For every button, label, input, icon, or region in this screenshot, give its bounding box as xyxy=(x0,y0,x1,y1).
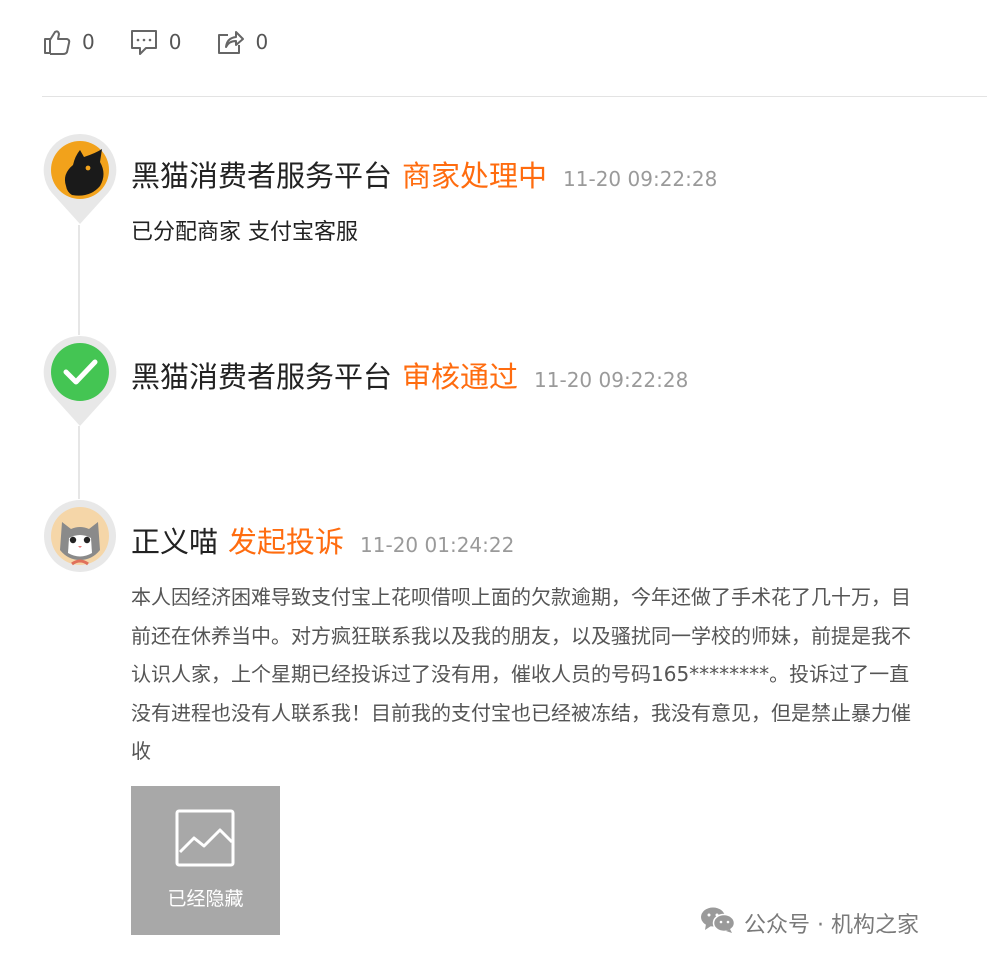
share-button[interactable]: 0 xyxy=(215,27,268,57)
entry-header: 黑猫消费者服务平台 商家处理中 11-20 09:22:28 xyxy=(131,153,717,195)
timeline-line xyxy=(78,225,80,335)
entry-detail: 已分配商家 支付宝客服 xyxy=(131,220,358,245)
status-label: 审核通过 xyxy=(402,360,519,394)
comment-count: 0 xyxy=(168,30,182,54)
complaint-line: 没有进程也没有人联系我！目前我的支付宝也已经被冻结，我没有意见，但是禁止暴力催 xyxy=(131,700,911,725)
entry-header: 正义喵 发起投诉 11-20 01:24:22 xyxy=(131,519,514,561)
divider xyxy=(42,96,987,97)
watermark: 公众号 · 机构之家 xyxy=(700,906,919,940)
complaint-line: 收 xyxy=(131,739,151,763)
complaint-line: 前还在休养当中。对方疯狂联系我以及我的朋友，以及骚扰同一学校的师妹，前提是我不 xyxy=(131,623,911,648)
hidden-image-thumbnail[interactable]: 已经隐藏 xyxy=(131,786,280,935)
comment-button[interactable]: 0 xyxy=(129,27,182,57)
timestamp: 11-20 01:24:22 xyxy=(360,533,515,557)
like-count: 0 xyxy=(82,30,95,54)
hidden-image-label: 已经隐藏 xyxy=(167,888,244,910)
comment-icon xyxy=(129,27,159,57)
check-avatar xyxy=(42,334,118,430)
share-count: 0 xyxy=(255,30,269,54)
author-name: 黑猫消费者服务平台 xyxy=(131,159,393,193)
share-icon xyxy=(215,27,245,57)
black-cat-avatar xyxy=(42,132,118,228)
complaint-page: 0 0 0 黑猫消费者服务平台 商家处理中 11-20 09:22:28 已分配… xyxy=(0,0,987,964)
author-name: 黑猫消费者服务平台 xyxy=(131,360,393,394)
complaint-line: 认识人家，上个星期已经投诉过了没有用，催收人员的号码165********。投诉… xyxy=(131,662,910,686)
image-icon xyxy=(174,808,236,872)
complaint-line: 本人因经济困难导致支付宝上花呗借呗上面的欠款逾期，今年还做了手术花了几十万，目 xyxy=(131,585,911,609)
status-label: 商家处理中 xyxy=(402,159,548,193)
wechat-icon xyxy=(700,906,744,940)
like-button[interactable]: 0 xyxy=(42,27,95,57)
author-name: 正义喵 xyxy=(131,525,219,559)
timestamp: 11-20 09:22:28 xyxy=(563,167,718,191)
complaint-content: 本人因经济困难导致支付宝上花呗借呗上面的欠款逾期，今年还做了手术花了几十万，目 … xyxy=(131,578,961,771)
status-label: 发起投诉 xyxy=(228,525,345,559)
watermark-text: 公众号 · 机构之家 xyxy=(744,913,919,938)
timestamp: 11-20 09:22:28 xyxy=(534,368,689,392)
stats-bar: 0 0 0 xyxy=(42,24,302,60)
timeline-line xyxy=(78,426,80,499)
thumbs-up-icon xyxy=(42,27,72,57)
entry-header: 黑猫消费者服务平台 审核通过 11-20 09:22:28 xyxy=(131,354,688,396)
cat-avatar xyxy=(42,498,118,594)
